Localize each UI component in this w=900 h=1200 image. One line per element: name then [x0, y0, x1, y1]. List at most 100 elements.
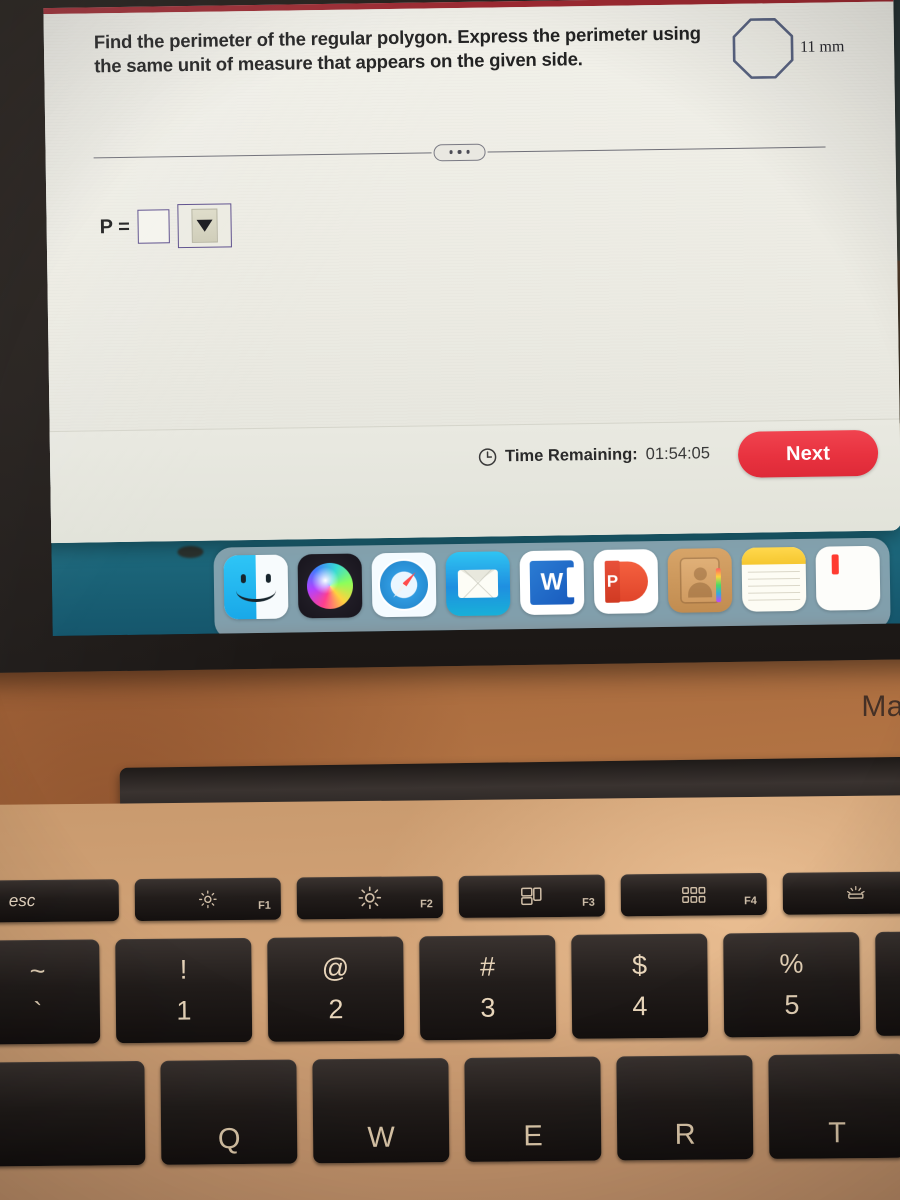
key-f5[interactable]: F5 [782, 871, 900, 915]
brightness-up-icon [358, 886, 382, 910]
key-f2-label: F2 [419, 898, 433, 911]
regular-octagon-icon [732, 17, 794, 79]
laptop-lid: Find the perimeter of the regular polygo… [0, 0, 900, 674]
finder-icon [223, 555, 257, 620]
key-3-upper: # [479, 951, 496, 982]
key-1[interactable]: ! 1 [115, 937, 253, 1044]
macos-dock: W P [213, 537, 891, 637]
time-remaining-value: 01:54:05 [645, 444, 711, 464]
polygon-figure: 11 mm [732, 16, 845, 80]
perimeter-value-input[interactable] [137, 209, 171, 244]
powerpoint-icon: P [604, 560, 621, 603]
keyboard-letter-row: Q W E R T [0, 1053, 900, 1167]
key-3[interactable]: # 3 [419, 935, 557, 1041]
dock-item-notes[interactable] [741, 546, 807, 612]
key-f3-label: F3 [581, 896, 595, 909]
key-q[interactable]: Q [160, 1059, 298, 1165]
clock-icon [478, 448, 497, 466]
mail-icon [457, 569, 499, 599]
key-2-lower: 2 [328, 994, 344, 1025]
keyboard-backlight-icon [846, 885, 865, 899]
key-1-upper: ! [179, 954, 188, 985]
key-r[interactable]: R [616, 1055, 754, 1161]
notes-icon [741, 546, 806, 565]
keyboard-number-row: ~ ` ! 1 @ 2 # 3 $ 4 % 5 [0, 930, 900, 1045]
key-tilde[interactable]: ~ ` [0, 939, 101, 1045]
dock-item-powerpoint[interactable]: P [593, 549, 659, 615]
key-f4[interactable]: F4 [620, 872, 768, 917]
quiz-footer: Time Remaining: 01:54:05 Next [43, 418, 900, 544]
dock-item-finder[interactable] [223, 554, 289, 620]
ellipsis-dot [457, 150, 462, 154]
safari-icon [377, 558, 431, 612]
laptop-display: Find the perimeter of the regular polygo… [43, 0, 900, 637]
reminders-icon [831, 554, 839, 575]
key-e[interactable]: E [464, 1056, 602, 1162]
mail-envelope-flap [457, 569, 499, 599]
key-esc[interactable]: esc [0, 879, 120, 923]
time-remaining-label: Time Remaining: [504, 445, 638, 466]
key-f1-label: F1 [258, 899, 271, 912]
key-5[interactable]: % 5 [723, 932, 861, 1038]
perimeter-label: P = [99, 215, 131, 238]
side-length-label: 11 mm [799, 38, 845, 56]
key-2-upper: @ [321, 953, 350, 984]
siri-icon [306, 562, 354, 610]
contacts-icon [679, 557, 722, 604]
laptop-keyboard: esc F1 F2 F3 F4 ~ ` ! 1 @ 2 # 3 $ 4 % 5 … [0, 871, 900, 1167]
contacts-avatar-body [687, 582, 713, 598]
key-4-upper: $ [631, 950, 648, 981]
triangle-down-icon [196, 219, 213, 232]
key-w[interactable]: W [312, 1058, 450, 1164]
key-1-lower: 1 [176, 995, 192, 1026]
dock-item-safari[interactable] [371, 552, 437, 618]
quiz-window: Find the perimeter of the regular polygo… [43, 0, 900, 544]
dock-item-contacts[interactable] [667, 547, 733, 613]
divider-line-right [487, 146, 826, 153]
contacts-avatar-head [693, 567, 707, 581]
key-f3[interactable]: F3 [458, 874, 606, 918]
key-4[interactable]: $ 4 [571, 933, 709, 1039]
key-2[interactable]: @ 2 [267, 936, 405, 1042]
finder-icon-right [255, 554, 289, 620]
key-t[interactable]: T [768, 1053, 900, 1159]
safari-needle [391, 570, 417, 599]
keyboard-function-row: esc F1 F2 F3 F4 [0, 871, 900, 923]
ellipsis-dot [449, 150, 453, 154]
key-f4-label: F4 [743, 895, 757, 908]
dock-item-mail[interactable] [445, 551, 511, 617]
question-prompt: Find the perimeter of the regular polygo… [93, 22, 701, 77]
brightness-down-icon [198, 890, 217, 909]
photo-scene: Find the perimeter of the regular polygo… [0, 0, 900, 1200]
contacts-tabs [715, 568, 722, 603]
notes-icon-lines [747, 570, 801, 604]
key-5-upper: % [779, 948, 804, 979]
powerpoint-icon-disc [617, 561, 649, 602]
key-tab[interactable] [0, 1060, 146, 1167]
key-tilde-upper: ~ [29, 955, 46, 987]
unit-dropdown-well [191, 208, 219, 243]
next-button[interactable]: Next [737, 429, 879, 478]
ellipsis-dot [466, 150, 470, 154]
time-remaining-group: Time Remaining: 01:54:05 [478, 444, 710, 466]
word-icon: W [529, 560, 575, 605]
mission-control-icon [521, 887, 542, 906]
key-f1[interactable]: F1 [134, 877, 282, 922]
key-5-lower: 5 [784, 989, 800, 1020]
key-f2[interactable]: F2 [296, 876, 444, 920]
dock-item-word[interactable]: W [519, 550, 585, 616]
key-tilde-lower: ` [33, 996, 43, 1028]
finder-eye-left [241, 574, 247, 584]
key-3-lower: 3 [480, 992, 496, 1023]
divider-line-left [93, 151, 432, 158]
expand-ellipsis-button[interactable] [433, 143, 486, 161]
launchpad-icon [682, 886, 706, 903]
dock-item-siri[interactable] [297, 553, 363, 619]
laptop-bezel-text: Ma [861, 690, 900, 723]
answer-entry-row: P = [99, 203, 233, 249]
dock-item-reminders[interactable] [815, 545, 881, 611]
key-6[interactable] [875, 930, 900, 1036]
finder-eye-right [265, 573, 271, 584]
key-4-lower: 4 [632, 991, 648, 1022]
unit-dropdown[interactable] [177, 203, 233, 249]
